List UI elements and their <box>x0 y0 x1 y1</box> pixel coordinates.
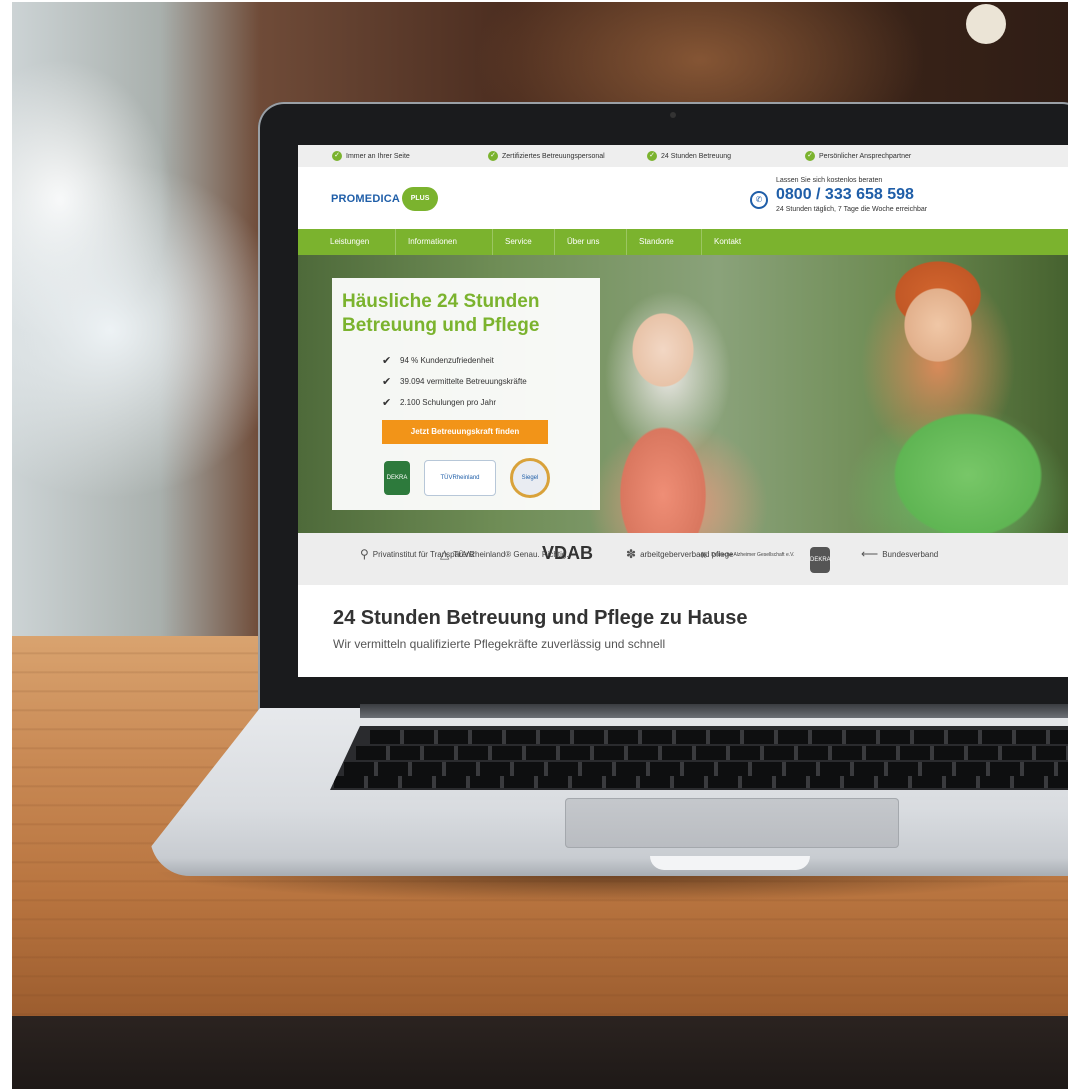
flower-icon: ✽ <box>626 547 637 561</box>
main-nav: Leistungen Informationen Service Über un… <box>298 229 1068 255</box>
fact-text: 2.100 Schulungen pro Jahr <box>400 398 497 407</box>
usp-item: ✓ Immer an Ihrer Seite <box>332 151 410 161</box>
laptop-shadow <box>150 872 1068 902</box>
checkmark-icon: ✔ <box>382 355 392 367</box>
fact-text: 94 % Kundenzufriedenheit <box>400 356 494 365</box>
hero-photo-caregiver <box>818 255 1058 533</box>
usp-label: 24 Stunden Betreuung <box>661 152 732 160</box>
laptop-keyboard <box>330 726 1068 790</box>
check-circle-icon: ✓ <box>332 151 342 161</box>
bokeh-light <box>966 4 1006 44</box>
triangle-icon: △ <box>440 547 450 561</box>
usp-item: ✓ 24 Stunden Betreuung <box>647 151 731 161</box>
dekra-seal: DEKRA <box>384 461 410 495</box>
check-circle-icon: ✓ <box>805 151 815 161</box>
key-row <box>370 730 1068 744</box>
phone-number-link[interactable]: 0800 / 333 658 598 <box>776 186 914 204</box>
lid-notch <box>650 856 810 870</box>
fact-item: ✔ 94 % Kundenzufriedenheit <box>382 350 527 371</box>
key-row <box>344 762 1068 776</box>
alzheimer-logo-icon: ⚹ <box>700 547 708 561</box>
hero-title: Häusliche 24 Stunden Betreuung und Pfleg… <box>342 291 540 336</box>
phone-intro: Lassen Sie sich kostenlos beraten <box>776 177 883 184</box>
logo-heart-badge: PLUS <box>402 187 439 211</box>
check-circle-icon: ✓ <box>647 151 657 161</box>
site-logo[interactable]: PROMEDICA PLUS <box>331 187 439 211</box>
usp-topbar: ✓ Immer an Ihrer Seite ✓ Zertifiziertes … <box>298 145 1068 167</box>
table-edge <box>12 1016 1068 1089</box>
image-border-left <box>0 0 12 1089</box>
partner-label: Deutsche Alzheimer Gesellschaft e.V. <box>711 551 795 558</box>
fact-text: 39.094 vermittelte Betreuungskräfte <box>400 377 527 386</box>
certificates: DEKRA TÜVRheinland Siegel <box>384 458 550 498</box>
checkmark-icon: ✔ <box>382 376 392 388</box>
quality-seal: Siegel <box>510 458 550 498</box>
usp-item: ✓ Persönlicher Ansprechpartner <box>805 151 911 161</box>
logo-wordmark: PROMEDICA <box>331 193 401 205</box>
check-circle-icon: ✓ <box>488 151 498 161</box>
partner-logo-vdab: VDAB <box>542 543 593 564</box>
usp-item: ✓ Zertifiziertes Betreuungspersonal <box>488 151 605 161</box>
tuv-seal: TÜVRheinland <box>424 460 496 496</box>
intro-section: 24 Stunden Betreuung und Pflege zu Hause… <box>298 585 1068 677</box>
partner-logos: ⚲ Privatinstitut für Transparenz △ TÜVRh… <box>298 533 1068 585</box>
image-border-top <box>0 0 1068 2</box>
hero-facts: ✔ 94 % Kundenzufriedenheit ✔ 39.094 verm… <box>382 350 527 413</box>
partner-logo-dekra: DEKRA <box>810 547 831 573</box>
webcam <box>670 112 676 118</box>
partner-label: Bundesverband <box>882 549 939 559</box>
hero-card: Häusliche 24 Stunden Betreuung und Pfleg… <box>332 278 600 510</box>
usp-label: Zertifiziertes Betreuungspersonal <box>502 152 605 160</box>
fact-item: ✔ 39.094 vermittelte Betreuungskräfte <box>382 371 527 392</box>
laptop-screen: ✓ Immer an Ihrer Seite ✓ Zertifiziertes … <box>298 145 1068 677</box>
checkmark-icon: ✔ <box>382 397 392 409</box>
nav-item-service[interactable]: Service <box>493 229 555 255</box>
dekra-seal: DEKRA <box>810 547 831 573</box>
laptop-hinge <box>360 704 1068 718</box>
site-header: PROMEDICA PLUS ✆ Lassen Sie sich kostenl… <box>298 167 1068 229</box>
key-row <box>334 776 1068 788</box>
find-caregiver-button[interactable]: Jetzt Betreuungskraft finden <box>382 420 548 444</box>
arrow-icon: ⟵ <box>861 547 879 561</box>
phone-hours: 24 Stunden täglich, 7 Tage die Woche err… <box>776 206 928 213</box>
trackpad <box>565 798 899 848</box>
hero-banner: Häusliche 24 Stunden Betreuung und Pfleg… <box>298 255 1068 533</box>
nav-item-informationen[interactable]: Informationen <box>396 229 493 255</box>
key-row <box>356 746 1068 760</box>
fact-item: ✔ 2.100 Schulungen pro Jahr <box>382 392 527 413</box>
nav-item-standorte[interactable]: Standorte <box>627 229 702 255</box>
partner-label: VDAB <box>542 543 594 563</box>
hero-photo-senior <box>598 295 728 533</box>
intro-title: 24 Stunden Betreuung und Pflege zu Hause <box>333 607 748 629</box>
partner-logo-alzheimer: ⚹ Deutsche Alzheimer Gesellschaft e.V. <box>700 547 794 562</box>
usp-label: Immer an Ihrer Seite <box>346 152 410 160</box>
intro-subtitle: Wir vermitteln qualifizierte Pflegekräft… <box>333 637 666 651</box>
phone-icon: ✆ <box>750 191 768 209</box>
nav-item-ueber-uns[interactable]: Über uns <box>555 229 627 255</box>
nav-item-leistungen[interactable]: Leistungen <box>318 229 396 255</box>
usp-label: Persönlicher Ansprechpartner <box>819 152 912 160</box>
trophy-icon: ⚲ <box>360 547 369 561</box>
partner-logo-bundesverband: ⟵ Bundesverband <box>861 547 938 561</box>
nav-item-kontakt[interactable]: Kontakt <box>702 229 762 255</box>
